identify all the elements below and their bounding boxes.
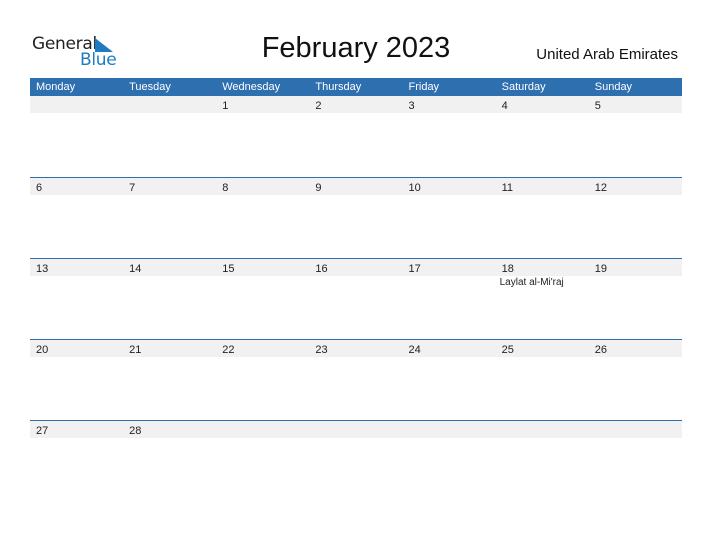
day-cell: 21	[123, 340, 216, 357]
day-number: 12	[594, 182, 607, 194]
day-cell	[496, 421, 589, 438]
day-number-band: 13 14 15 16 17 18 Laylat al-Mi'raj 19	[30, 259, 682, 288]
day-cell	[403, 421, 496, 438]
country-name: United Arab Emirates	[536, 46, 678, 63]
day-cell: 19	[589, 259, 682, 276]
day-number: 2	[315, 100, 322, 112]
day-number: 25	[501, 344, 514, 356]
day-number: 8	[222, 182, 229, 194]
day-number-band: 1 2 3 4 5	[30, 96, 682, 113]
day-cell: 20	[30, 340, 123, 357]
day-cell	[30, 96, 123, 113]
calendar-grid: Monday Tuesday Wednesday Thursday Friday…	[30, 78, 682, 501]
day-cell: 25	[496, 340, 589, 357]
day-number: 16	[315, 263, 328, 275]
weekday-monday: Monday	[36, 81, 76, 93]
day-cell: 22	[216, 340, 309, 357]
day-number: 21	[129, 344, 142, 356]
day-number-band: 20 21 22 23 24 25 26	[30, 340, 682, 357]
day-cell: 26	[589, 340, 682, 357]
day-number: 14	[129, 263, 142, 275]
day-cell: 18 Laylat al-Mi'raj	[496, 259, 589, 288]
day-cell: 1	[216, 96, 309, 113]
day-cell: 14	[123, 259, 216, 276]
day-number-band: 6 7 8 9 10 11 12	[30, 178, 682, 195]
day-number: 5	[594, 100, 601, 112]
day-cell: 7	[123, 178, 216, 195]
day-number: 15	[222, 263, 235, 275]
day-number: 3	[408, 100, 415, 112]
day-cell: 11	[496, 178, 589, 195]
day-number: 20	[36, 344, 49, 356]
day-cell: 24	[403, 340, 496, 357]
day-cell	[216, 421, 309, 438]
day-number: 11	[501, 182, 514, 194]
week-row: 13 14 15 16 17 18 Laylat al-Mi'raj 19	[30, 258, 682, 339]
day-cell: 13	[30, 259, 123, 276]
day-cell: 6	[30, 178, 123, 195]
week-row: 1 2 3 4 5	[30, 96, 682, 177]
day-cell: 17	[403, 259, 496, 276]
day-cell: 4	[496, 96, 589, 113]
day-cell	[123, 96, 216, 113]
day-number: 4	[501, 100, 508, 112]
day-number: 19	[594, 263, 607, 275]
day-cell: 12	[589, 178, 682, 195]
day-number: 10	[408, 182, 421, 194]
day-number: 13	[36, 263, 49, 275]
week-row: 27 28	[30, 420, 682, 501]
holiday-event: Laylat al-Mi'raj	[499, 277, 564, 288]
day-cell: 5	[589, 96, 682, 113]
weekday-sunday: Sunday	[594, 81, 633, 93]
day-cell: 8	[216, 178, 309, 195]
day-number: 27	[36, 425, 49, 437]
day-number: 6	[36, 182, 43, 194]
day-number: 28	[129, 425, 142, 437]
day-cell: 3	[403, 96, 496, 113]
day-cell: 16	[309, 259, 402, 276]
day-number: 1	[222, 100, 229, 112]
weekday-wednesday: Wednesday	[222, 81, 281, 93]
day-number: 26	[594, 344, 607, 356]
day-cell: 10	[403, 178, 496, 195]
day-number: 24	[408, 344, 421, 356]
day-number: 23	[315, 344, 328, 356]
day-number: 17	[408, 263, 421, 275]
day-number: 7	[129, 182, 136, 194]
day-cell: 2	[309, 96, 402, 113]
day-number-band: 27 28	[30, 421, 682, 438]
weekday-friday: Friday	[408, 81, 440, 93]
week-row: 6 7 8 9 10 11 12	[30, 177, 682, 258]
weekday-tuesday: Tuesday	[129, 81, 171, 93]
weekday-header: Monday Tuesday Wednesday Thursday Friday…	[30, 78, 682, 96]
day-cell	[309, 421, 402, 438]
weeks-container: 1 2 3 4 5 6 7 8 9 10 11 12 13 14 15 16 17 18 Laylat al-Mi'…	[30, 96, 682, 501]
day-cell: 15	[216, 259, 309, 276]
day-cell: 9	[309, 178, 402, 195]
week-row: 20 21 22 23 24 25 26	[30, 339, 682, 420]
day-cell	[589, 421, 682, 438]
day-cell: 27	[30, 421, 123, 438]
day-number: 22	[222, 344, 235, 356]
day-number: 9	[315, 182, 322, 194]
day-cell: 23	[309, 340, 402, 357]
weekday-saturday: Saturday	[501, 81, 546, 93]
day-number: 18	[501, 263, 514, 275]
weekday-thursday: Thursday	[315, 81, 362, 93]
day-cell: 28	[123, 421, 216, 438]
